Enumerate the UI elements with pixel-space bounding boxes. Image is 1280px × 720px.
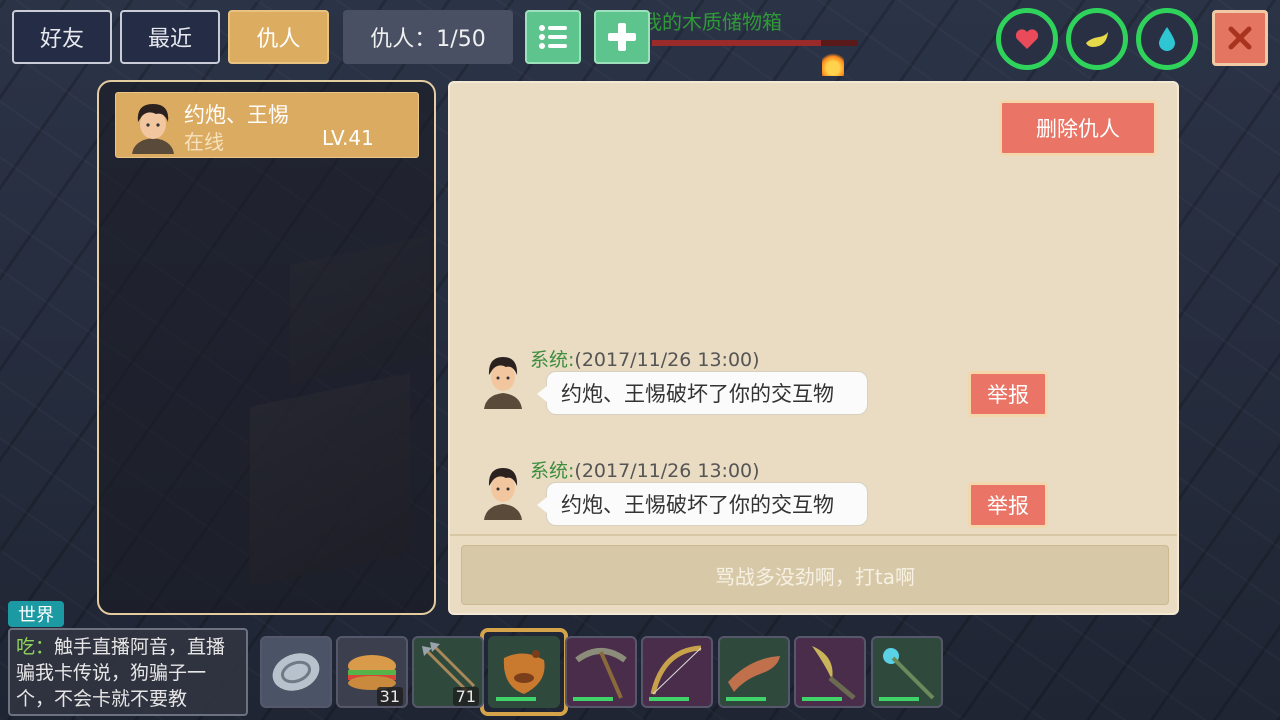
enemy-level: LV.41 [322,126,374,150]
report-button[interactable]: 举报 [968,482,1048,528]
shield-disc-icon [272,653,320,691]
health-stat [996,8,1058,70]
target-object-name: 我的木质储物箱 [642,10,782,34]
message-meta: 系统:(2017/11/26 13:00) [530,456,760,483]
world-chat-box[interactable]: 吃：触手直播阿音，直播骗我卡传说，狗骗子一个，不会卡就不要教 [8,628,248,716]
durability-bar [802,697,842,701]
system-avatar [484,468,522,520]
durability-bar [573,697,613,701]
hotbar-slot[interactable]: 71 [412,636,484,708]
list-icon [539,25,567,49]
water-drop-icon [1159,27,1175,51]
slot-count: 31 [376,687,403,706]
chat-speaker: 吃： [16,636,55,658]
enemy-detail-panel: 删除仇人 系统:(2017/11/26 13:00) 约炮、王惕破坏了你的交互物… [448,81,1179,615]
message-bubble: 约炮、王惕破坏了你的交互物 [537,371,868,415]
player-avatar [132,104,174,154]
boomerang-icon [728,656,780,692]
hotbar-slot[interactable] [871,636,943,708]
close-icon [1228,26,1252,50]
hotbar-slot[interactable] [565,636,637,708]
tab-friends[interactable]: 好友 [12,10,112,64]
enemy-list-panel: 约炮、王惕 在线 LV.41 [97,80,436,615]
hotbar-slot[interactable] [260,636,332,708]
close-button[interactable] [1212,10,1268,66]
message-time: (2017/11/26 13:00) [574,460,760,482]
message-time: (2017/11/26 13:00) [574,349,760,371]
pickaxe-icon [575,648,627,699]
durability-bar [496,697,536,701]
enemy-list-item[interactable]: 约炮、王惕 在线 LV.41 [115,92,419,158]
system-avatar [484,357,522,409]
heart-icon [1015,29,1039,49]
hotbar-slot[interactable] [641,636,713,708]
hotbar-slot[interactable] [718,636,790,708]
magic-staff-icon [883,648,935,700]
torch-flame [822,50,844,76]
world-channel-tag[interactable]: 世界 [8,601,64,627]
list-button[interactable] [525,10,581,64]
message-sender: 系统: [530,460,575,482]
enemy-online-status: 在线 [184,130,224,154]
message-bubble: 约炮、王惕破坏了你的交互物 [537,482,868,526]
divider [450,534,1177,536]
hunger-stat [1066,8,1128,70]
message-sender: 系统: [530,349,575,371]
system-message: 系统:(2017/11/26 13:00) 约炮、王惕破坏了你的交互物 举报 [480,460,1120,542]
hunger-icon [1086,32,1108,47]
delete-enemy-button[interactable]: 删除仇人 [999,100,1157,156]
add-enemy-button[interactable] [594,10,650,64]
tab-enemies[interactable]: 仇人 [228,10,329,64]
tab-recent[interactable]: 最近 [120,10,220,64]
system-message: 系统:(2017/11/26 13:00) 约炮、王惕破坏了你的交互物 举报 [480,349,1120,431]
durability-bar [726,697,766,701]
plus-icon [608,23,636,51]
message-meta: 系统:(2017/11/26 13:00) [530,345,760,372]
durability-bar [879,697,919,701]
enemy-name: 约炮、王惕 [184,103,289,127]
hotbar-slot-selected[interactable] [488,636,560,708]
target-object-health-bar [652,40,858,46]
hotbar-slot[interactable] [794,636,866,708]
slot-count: 71 [452,687,479,706]
thirst-stat [1136,8,1198,70]
enemy-count: 仇人：1/50 [343,10,513,64]
hotbar-slot[interactable]: 31 [336,636,408,708]
bag-icon [503,650,545,694]
message-input[interactable]: 骂战多没劲啊，打ta啊 [461,545,1169,605]
report-button[interactable]: 举报 [968,371,1048,417]
durability-bar [649,697,689,701]
sickle-icon [812,646,856,700]
bow-icon [650,645,702,695]
